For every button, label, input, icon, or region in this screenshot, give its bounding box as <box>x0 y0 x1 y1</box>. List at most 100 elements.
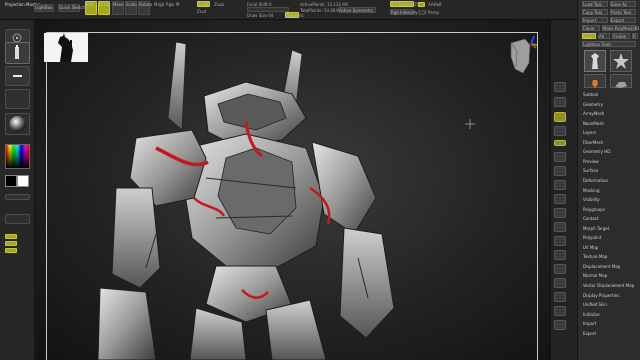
canvas-viewport[interactable] <box>36 20 550 360</box>
persp-icon[interactable] <box>554 140 566 146</box>
zcut-label[interactable]: Zcut <box>197 9 206 14</box>
actual-icon[interactable] <box>554 112 566 122</box>
zoom-icon[interactable] <box>554 97 566 107</box>
m-toggle[interactable] <box>5 248 17 253</box>
r-button[interactable]: R <box>632 33 638 39</box>
menu-item-import[interactable]: Import <box>583 321 596 326</box>
xyz-icon[interactable] <box>554 194 566 204</box>
navigator-thumbnail[interactable] <box>44 33 88 62</box>
poly-f-icon[interactable] <box>554 264 566 274</box>
menu-item-geometry[interactable]: Geometry <box>583 102 603 107</box>
alpha-selector[interactable] <box>5 66 30 86</box>
switch-color-swatches[interactable] <box>5 175 30 189</box>
menu-item-morph-target[interactable]: Morph Target <box>583 226 609 231</box>
menu-item-polygroups[interactable]: Polygroups <box>583 207 605 212</box>
move-button[interactable]: Move <box>112 1 124 15</box>
main-color-swatch[interactable] <box>5 175 17 187</box>
rgb-intensity-slider[interactable]: Rgb Intensity 100 <box>390 9 426 15</box>
rotate-icon[interactable] <box>554 250 566 260</box>
save-as-button[interactable]: Save As <box>610 1 636 7</box>
color-picker[interactable] <box>5 144 30 169</box>
local-icon[interactable] <box>554 166 566 176</box>
floor-icon[interactable] <box>554 152 566 162</box>
mrgb-toggle[interactable] <box>5 234 17 239</box>
menu-item-preview[interactable]: Preview <box>583 159 599 164</box>
lsym-icon[interactable] <box>554 180 566 190</box>
current-tool-thumb[interactable] <box>584 50 606 72</box>
menu-item-fibermesh[interactable]: FiberMesh <box>583 140 603 145</box>
menu-item-initialize[interactable]: Initialize <box>583 312 600 317</box>
scroll-icon[interactable] <box>554 82 566 92</box>
mech-robot-model[interactable] <box>96 38 426 360</box>
transp-icon[interactable] <box>554 278 566 288</box>
sketch-box[interactable] <box>5 214 30 224</box>
menu-item-vector-displacement-map[interactable]: Vector Displacement Map <box>583 283 634 288</box>
persp-label[interactable]: Persp <box>428 10 439 15</box>
quick-sketch-button[interactable]: Quick Sketch <box>58 4 85 12</box>
rotate-button[interactable]: Rotate <box>138 1 152 15</box>
lightbox-tools-button[interactable]: Lightbox Tools <box>582 41 636 47</box>
import-button[interactable]: Import <box>582 17 608 23</box>
visible-button[interactable]: Visible <box>612 33 630 39</box>
menu-item-contact[interactable]: Contact <box>583 216 599 221</box>
menu-item-displacement-map[interactable]: Displacement Map <box>583 264 620 269</box>
menu-item-polypaint[interactable]: Polypaint <box>583 235 601 240</box>
menu-item-layers[interactable]: Layers <box>583 130 596 135</box>
zsub-label[interactable]: Zsub <box>214 2 224 7</box>
menu-item-normal-map[interactable]: Normal Map <box>583 273 607 278</box>
paste-tool-button[interactable]: Paste Tool <box>610 9 636 15</box>
aahalf-icon[interactable] <box>554 126 566 136</box>
gradient-button[interactable] <box>5 194 30 200</box>
tool-polymesh-thumb[interactable] <box>584 74 606 88</box>
zadd-button[interactable]: Zadd <box>197 1 210 7</box>
mrgb-label[interactable]: Mrgb <box>154 2 164 7</box>
material-selector[interactable] <box>5 113 30 135</box>
solo-icon[interactable] <box>554 306 566 316</box>
edit-button[interactable]: Edit <box>85 1 97 15</box>
move-icon[interactable] <box>554 222 566 232</box>
draw-button[interactable]: Draw <box>98 1 110 15</box>
navigation-head-icon[interactable] <box>503 33 539 77</box>
menu-item-export[interactable]: Export <box>583 331 596 336</box>
projection-master-button[interactable]: Projection Master <box>5 2 40 7</box>
zoom3d-icon[interactable] <box>554 236 566 246</box>
persp-toggle[interactable] <box>418 10 425 15</box>
menu-item-visibility[interactable]: Visibility <box>583 197 600 202</box>
m-label[interactable]: M <box>176 2 179 7</box>
brush-selector[interactable] <box>5 42 30 64</box>
focal-shift-slider[interactable] <box>247 7 289 12</box>
tool-dinosaur-thumb[interactable] <box>610 74 632 88</box>
rgb-toggle[interactable] <box>5 241 17 246</box>
copy-tool-button[interactable]: Copy Tool <box>582 9 608 15</box>
scroll-toggle[interactable] <box>418 2 425 7</box>
dynamic-button[interactable]: Dynamic <box>285 12 304 18</box>
menu-item-deformation[interactable]: Deformation <box>583 178 608 183</box>
active-symmetry-button[interactable]: Active Symmetry <box>338 7 376 13</box>
menu-item-texture-map[interactable]: Texture Map <box>583 254 607 259</box>
aahalf-label[interactable]: AAHalf <box>428 2 442 7</box>
lightbox-button[interactable]: LightBox <box>34 4 54 12</box>
export-button[interactable]: Export <box>610 17 636 23</box>
load-tool-button[interactable]: Load Tool <box>582 1 608 7</box>
rgb-label[interactable]: Rgb <box>166 2 174 7</box>
menu-item-arraymesh[interactable]: ArrayMesh <box>583 111 604 116</box>
texture-selector[interactable] <box>5 89 30 109</box>
menu-item-surface[interactable]: Surface <box>583 168 598 173</box>
menu-item-unified-skin[interactable]: Unified Skin <box>583 302 607 307</box>
make-polymesh-button[interactable]: Make PolyMesh3D <box>602 25 639 31</box>
menu-item-nanomesh[interactable]: NanoMesh <box>583 121 604 126</box>
frame-icon[interactable] <box>554 208 566 218</box>
menu-item-uv-map[interactable]: UV Map <box>583 245 598 250</box>
menu-item-geometry-hd[interactable]: Geometry HD <box>583 149 610 154</box>
xpose-icon[interactable] <box>554 320 566 330</box>
tool-star-thumb[interactable] <box>610 50 632 72</box>
menu-item-masking[interactable]: Masking <box>583 188 600 193</box>
z-intensity-slider[interactable]: Z Intensity 25 <box>390 1 419 7</box>
clone-button[interactable]: Clone <box>582 25 600 31</box>
all-button[interactable]: All <box>598 33 610 39</box>
goz-button[interactable]: GoZ <box>582 33 596 39</box>
secondary-color-swatch[interactable] <box>17 175 29 187</box>
scale-button[interactable]: Scale <box>125 1 137 15</box>
ghost-icon[interactable] <box>554 292 566 302</box>
menu-item-display-properties[interactable]: Display Properties <box>583 293 619 298</box>
